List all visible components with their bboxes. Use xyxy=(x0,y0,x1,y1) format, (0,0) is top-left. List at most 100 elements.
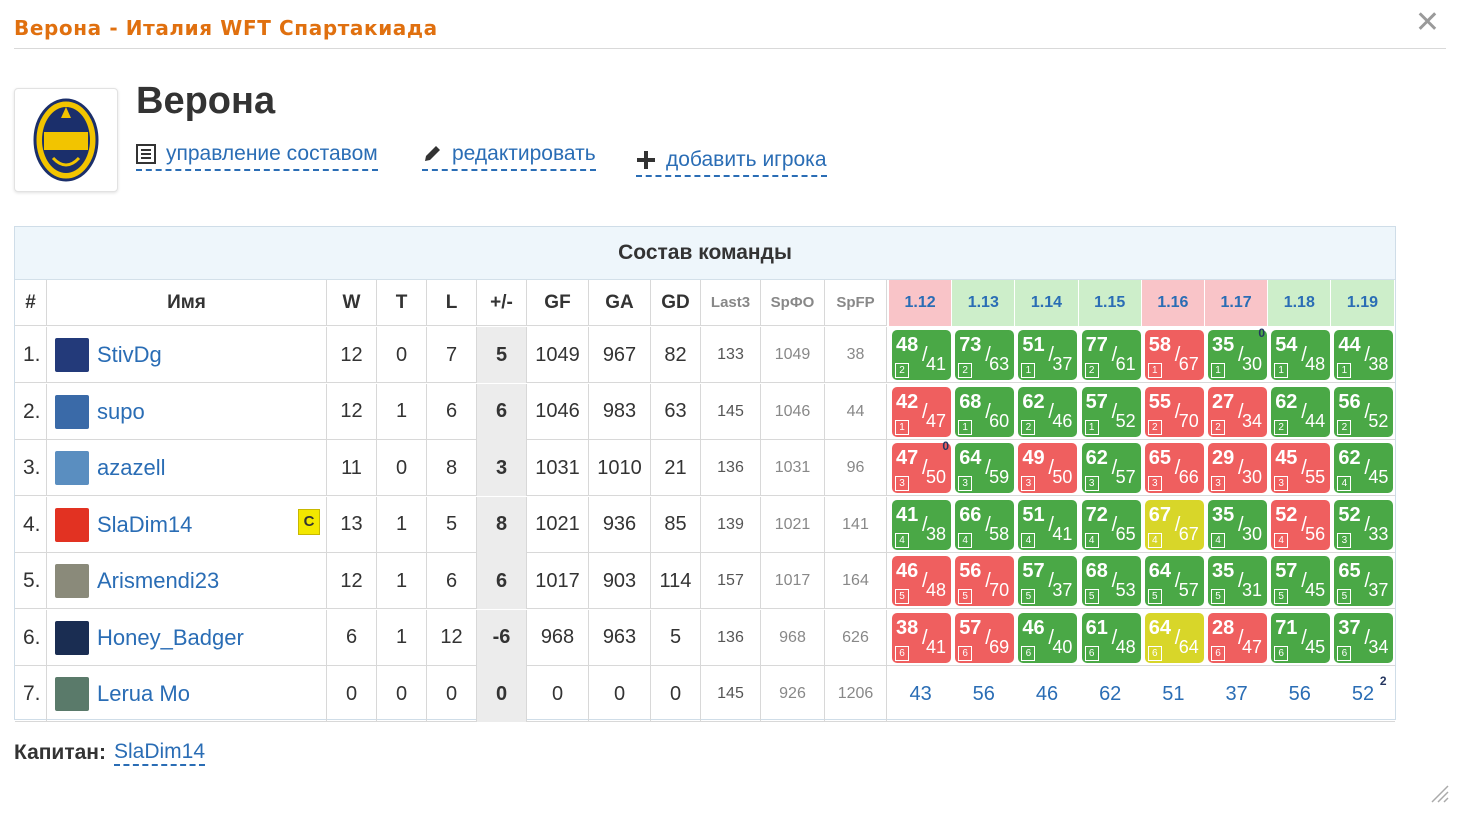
close-icon[interactable]: ✕ xyxy=(1415,8,1440,38)
avatar[interactable] xyxy=(55,677,89,711)
match-result-tile[interactable]: 58/67 1 xyxy=(1144,330,1204,380)
round-header[interactable]: 1.15 xyxy=(1078,280,1141,326)
match-result-tile[interactable]: 61/48 6 xyxy=(1081,612,1141,663)
match-result-tile[interactable]: 29/30 3 xyxy=(1208,443,1267,493)
match-result-tile[interactable]: 44/38 1 xyxy=(1334,330,1394,380)
match-result-tile[interactable]: 35/31 5 xyxy=(1208,556,1267,606)
player-cell: Lerua Mo xyxy=(47,666,327,722)
avatar[interactable] xyxy=(55,620,89,655)
match-result-tile[interactable]: 57/45 5 xyxy=(1271,556,1331,606)
match-result-tile[interactable]: 27/34 2 xyxy=(1208,386,1267,437)
column-header[interactable]: SpФО xyxy=(761,280,825,326)
match-result-tile[interactable]: 73/63 2 xyxy=(955,330,1015,380)
avatar[interactable] xyxy=(55,564,89,598)
match-result-tile[interactable]: 56/70 5 xyxy=(955,556,1015,606)
player-name-link[interactable]: Honey_Badger xyxy=(97,625,244,651)
avatar[interactable] xyxy=(55,507,89,542)
avatar[interactable] xyxy=(55,451,89,485)
match-result-tile[interactable]: 28/47 6 xyxy=(1208,612,1267,663)
match-result-tile[interactable]: 46/48 5 xyxy=(892,556,951,606)
column-header[interactable]: T xyxy=(377,280,427,326)
match-result-tile[interactable]: 57/37 5 xyxy=(1018,556,1078,606)
match-result-tile[interactable]: 64/57 5 xyxy=(1144,556,1204,606)
match-result-tile[interactable]: 64/64 6 xyxy=(1144,612,1204,663)
match-result-tile[interactable]: 65/37 5 xyxy=(1334,556,1394,606)
match-result-tile[interactable]: 57/52 1 xyxy=(1081,386,1141,437)
column-header[interactable]: GD xyxy=(651,280,701,326)
round-header[interactable]: 1.18 xyxy=(1268,280,1331,326)
column-header[interactable]: W xyxy=(327,280,377,326)
match-result-tile[interactable]: 71/45 6 xyxy=(1271,612,1331,663)
manage-roster-link[interactable]: управление составом xyxy=(136,142,378,171)
round-header[interactable]: 1.13 xyxy=(952,280,1015,326)
match-result-tile[interactable]: 66/58 4 xyxy=(955,499,1015,550)
match-result-tile[interactable]: 48/41 2 xyxy=(892,330,951,380)
match-result-tile[interactable]: 62/45 4 xyxy=(1334,443,1394,493)
match-result-tile[interactable]: 62/57 3 xyxy=(1081,443,1141,493)
column-header[interactable]: SpFP xyxy=(825,280,887,326)
opponent-score: 34 xyxy=(1241,410,1262,431)
column-header[interactable]: L xyxy=(427,280,477,326)
match-result-tile[interactable]: 68/60 1 xyxy=(955,386,1015,437)
match-result-tile[interactable]: 51/41 4 xyxy=(1018,499,1078,550)
position-badge: 5 xyxy=(1274,589,1289,604)
pencil-icon xyxy=(425,146,440,161)
match-result-tile[interactable]: 77/61 2 xyxy=(1081,330,1141,380)
player-cell: azazell xyxy=(47,440,327,496)
column-header[interactable]: GA xyxy=(589,280,651,326)
match-result-tile[interactable]: 56/52 2 xyxy=(1334,386,1394,437)
stat-ga-cell: 963 xyxy=(589,609,651,666)
match-result-tile[interactable]: 41/38 4 xyxy=(892,499,951,550)
score: 68 xyxy=(1085,560,1108,582)
round-header[interactable]: 1.14 xyxy=(1015,280,1078,326)
match-result-tile[interactable]: 47/50 3 0 xyxy=(892,439,951,493)
column-header[interactable]: GF xyxy=(527,280,589,326)
match-result-tile[interactable]: 49/50 3 xyxy=(1018,443,1078,493)
match-result-tile[interactable]: 38/41 6 xyxy=(892,612,951,663)
match-result-tile[interactable]: 64/59 3 xyxy=(955,443,1015,493)
round-header[interactable]: 1.12 xyxy=(889,280,952,326)
player-name-link[interactable]: Arismendi23 xyxy=(97,568,219,594)
avatar[interactable] xyxy=(55,338,89,372)
player-name-link[interactable]: StivDg xyxy=(97,342,162,368)
round-header[interactable]: 1.19 xyxy=(1331,280,1394,326)
match-result-tile[interactable]: 65/66 3 xyxy=(1144,443,1204,493)
column-header[interactable]: Имя xyxy=(47,280,327,326)
edit-link[interactable]: редактировать xyxy=(422,142,596,171)
match-result-tile[interactable]: 62/46 2 xyxy=(1018,386,1078,437)
match-result-tile[interactable]: 42/47 1 xyxy=(892,386,951,437)
player-name-link[interactable]: SlaDim14 xyxy=(97,512,192,538)
stat-t-cell: 0 xyxy=(377,327,427,383)
match-result-tile[interactable]: 68/53 5 xyxy=(1081,556,1141,606)
match-result-tile[interactable]: 67/67 4 xyxy=(1144,499,1204,550)
position-badge: 1 xyxy=(895,419,909,435)
match-result-tile[interactable]: 55/70 2 xyxy=(1144,386,1204,437)
player-name-link[interactable]: azazell xyxy=(97,455,165,481)
captain-link[interactable]: SlaDim14 xyxy=(114,740,206,766)
match-result-tile[interactable]: 35/30 1 0 xyxy=(1208,326,1267,380)
player-name-link[interactable]: Lerua Mo xyxy=(97,681,190,707)
avatar[interactable] xyxy=(55,394,89,429)
match-result-tile[interactable]: 35/30 4 xyxy=(1208,499,1267,550)
column-header[interactable]: # xyxy=(15,280,47,326)
dialog-header: Верона - Италия WFT Спартакиада ✕ xyxy=(14,8,1446,49)
match-result-tile[interactable]: 45/55 3 xyxy=(1271,443,1331,493)
match-result-tile[interactable]: 62/44 2 xyxy=(1271,386,1331,437)
match-result-tile[interactable]: 37/34 6 xyxy=(1334,612,1394,663)
match-result-tile[interactable]: 52/56 4 xyxy=(1271,499,1331,550)
match-result-tile[interactable]: 72/65 4 xyxy=(1081,499,1141,550)
resize-grip-icon[interactable] xyxy=(1428,782,1450,804)
match-result-tile[interactable]: 57/69 6 xyxy=(955,612,1015,663)
match-result-tile[interactable]: 46/40 6 xyxy=(1018,612,1078,663)
column-header[interactable]: Last3 xyxy=(701,280,761,326)
match-result-tile[interactable]: 51/37 1 xyxy=(1018,330,1078,380)
player-name-link[interactable]: supo xyxy=(97,399,145,425)
score: 49 xyxy=(1022,447,1045,469)
round-header[interactable]: 1.17 xyxy=(1205,280,1268,326)
column-header[interactable]: +/- xyxy=(477,280,527,326)
match-result-tile[interactable]: 54/48 1 xyxy=(1271,330,1331,380)
match-result-tile[interactable]: 52/33 3 xyxy=(1334,499,1394,550)
add-player-link[interactable]: добавить игрока xyxy=(636,148,827,177)
round-header[interactable]: 1.16 xyxy=(1141,280,1204,326)
stat-t-cell: 0 xyxy=(377,440,427,496)
